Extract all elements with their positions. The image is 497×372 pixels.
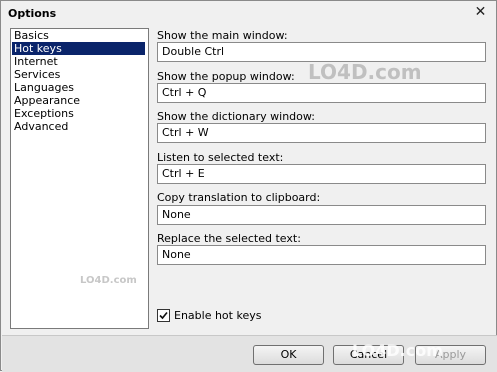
checkmark-icon: [159, 311, 168, 320]
category-item-advanced[interactable]: Advanced: [12, 120, 148, 133]
show-main-window-label: Show the main window:: [157, 29, 288, 42]
show-dictionary-window-label: Show the dictionary window:: [157, 110, 315, 123]
enable-hotkeys-checkbox[interactable]: [157, 309, 170, 322]
options-dialog: Options ✕ Basics Hot keys Internet Servi…: [0, 0, 497, 372]
show-dictionary-window-hotkey-field[interactable]: Ctrl + W: [157, 123, 486, 143]
category-item-appearance[interactable]: Appearance: [12, 94, 148, 107]
apply-button[interactable]: Apply: [415, 345, 486, 365]
show-main-window-hotkey-field[interactable]: Double Ctrl: [157, 42, 486, 62]
window-title: Options: [8, 7, 57, 20]
show-popup-window-hotkey-field[interactable]: Ctrl + Q: [157, 83, 486, 103]
ok-button[interactable]: OK: [253, 345, 324, 365]
show-popup-window-label: Show the popup window:: [157, 70, 295, 83]
cancel-button[interactable]: Cancel: [333, 345, 404, 365]
listen-selected-text-label: Listen to selected text:: [157, 151, 284, 164]
category-item-hot-keys[interactable]: Hot keys: [12, 42, 145, 55]
replace-selected-text-hotkey-field[interactable]: None: [157, 245, 486, 265]
category-item-internet[interactable]: Internet: [12, 55, 148, 68]
category-item-services[interactable]: Services: [12, 68, 148, 81]
category-list[interactable]: Basics Hot keys Internet Services Langua…: [10, 28, 149, 329]
category-item-exceptions[interactable]: Exceptions: [12, 107, 148, 120]
button-bar: OK Cancel Apply: [2, 335, 497, 372]
category-item-basics[interactable]: Basics: [12, 29, 148, 42]
enable-hotkeys-label: Enable hot keys: [174, 309, 262, 322]
listen-selected-text-hotkey-field[interactable]: Ctrl + E: [157, 164, 486, 184]
category-item-languages[interactable]: Languages: [12, 81, 148, 94]
close-icon[interactable]: ✕: [472, 4, 489, 21]
copy-translation-label: Copy translation to clipboard:: [157, 191, 321, 204]
title-bar[interactable]: Options ✕: [1, 1, 496, 25]
copy-translation-hotkey-field[interactable]: None: [157, 205, 486, 225]
replace-selected-text-label: Replace the selected text:: [157, 232, 301, 245]
